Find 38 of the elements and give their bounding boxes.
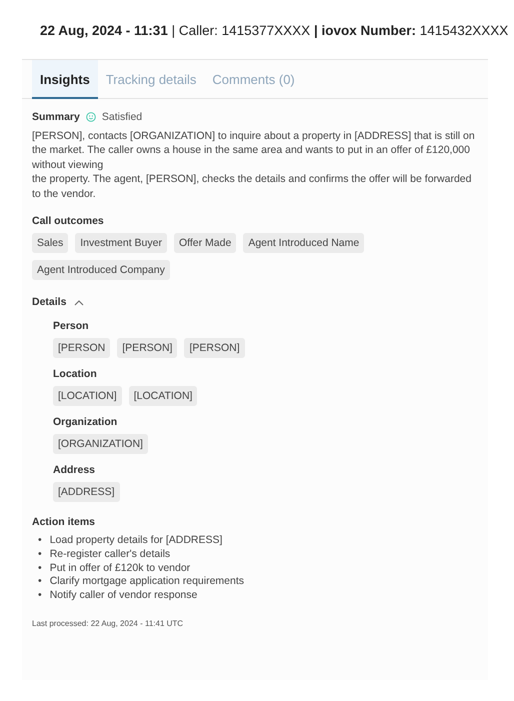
- outcome-tag: Agent Introduced Company: [32, 260, 170, 280]
- action-item: Load property details for [ADDRESS]: [50, 534, 222, 548]
- outcome-tag: Agent Introduced Name: [243, 233, 364, 254]
- bullet-marker: •: [38, 562, 42, 576]
- call-header: 22 Aug, 2024 - 11:31 | Caller: 1415377XXXX | iovox Number: 1415432XXXX: [39, 22, 510, 40]
- section-title: Call outcomes: [32, 215, 105, 228]
- outcome-tag: Sales: [32, 233, 68, 254]
- section-title: Summary: [32, 111, 80, 123]
- entity-tag: [PERSON]: [117, 338, 178, 358]
- entity-tag: [LOCATION]: [53, 386, 122, 406]
- tab[interactable]: Tracking details: [98, 60, 204, 99]
- bullet-marker: •: [38, 548, 42, 562]
- entity-tag: [PERSON]: [184, 338, 245, 358]
- entity-tag: [PERSON: [53, 338, 110, 358]
- bullet-marker: •: [38, 534, 42, 548]
- action-item: Put in offer of £120k to vendor: [50, 562, 190, 576]
- section-title: Action items: [32, 516, 96, 528]
- bullet-marker: •: [38, 575, 42, 589]
- group-title: Organization: [53, 416, 118, 428]
- smiley-icon: [86, 112, 96, 122]
- tab[interactable]: Insights: [32, 60, 98, 99]
- group-title: Address: [53, 464, 96, 476]
- group-title: Person: [53, 320, 90, 332]
- tab[interactable]: Comments (0): [204, 60, 303, 99]
- outcome-tag: Investment Buyer: [75, 233, 167, 254]
- section-title: Details: [32, 296, 66, 308]
- bullet-marker: •: [38, 588, 42, 603]
- action-item: Clarify mortgage application requirements: [50, 575, 244, 589]
- entity-tag: [ORGANIZATION]: [53, 434, 148, 454]
- last-processed-text: Last processed: 22 Aug, 2024 - 11:41 UTC: [32, 618, 184, 628]
- summary-text: [PERSON], contacts [ORGANIZATION] to inquire about a property in [ADDRESS] that is still on the market. The caller owns a house in the same area and wants to put in an offer of £120,000 without viewing the property. The agent, [PERSON], checks the details and confirms the offer will be forwarded to the vendor.: [32, 129, 476, 202]
- group-title: Location: [53, 368, 98, 380]
- outcome-tag: Offer Made: [174, 233, 236, 254]
- sentiment-label: Satisfied: [102, 111, 142, 123]
- entity-tag: [ADDRESS]: [53, 482, 120, 502]
- action-item: Re-register caller's details: [50, 548, 170, 562]
- entity-tag: [LOCATION]: [128, 386, 198, 406]
- action-item: Notify caller of vendor response: [50, 588, 198, 603]
